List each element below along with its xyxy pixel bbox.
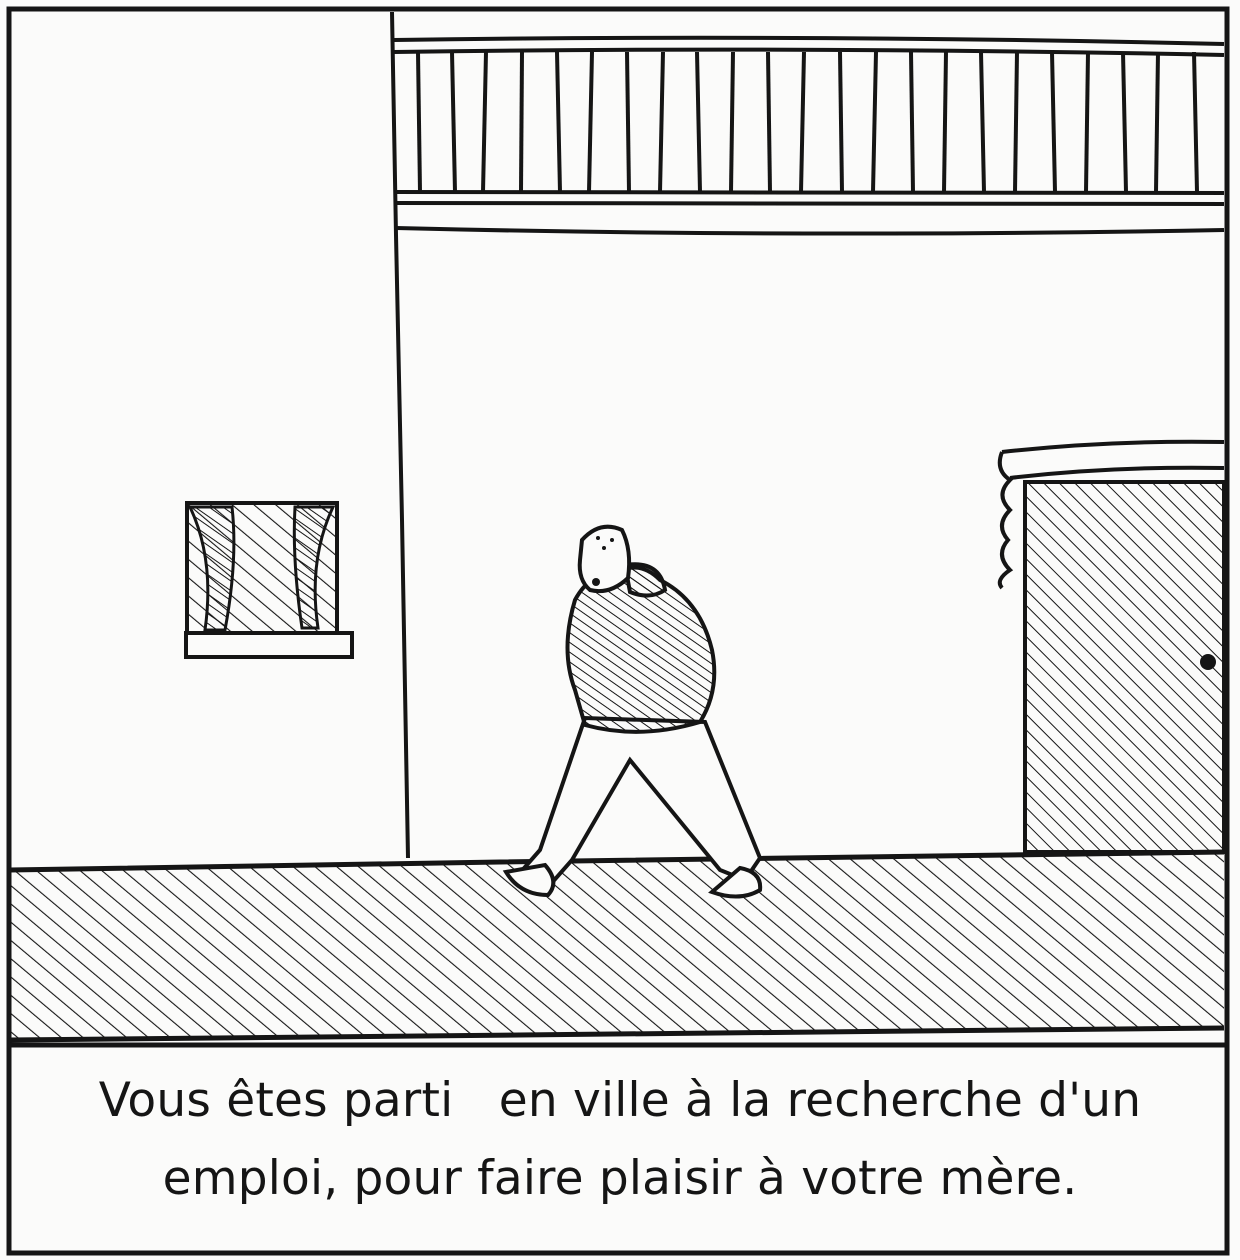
window-with-curtains-icon xyxy=(184,501,354,659)
hatched-sidewalk xyxy=(9,849,1225,1043)
caption-line-1: Vous êtes parti en ville à la recherche … xyxy=(98,1073,1142,1128)
caption-text: Vous êtes parti en ville à la recherche … xyxy=(40,1062,1200,1222)
caption-line-2: emploi, pour faire plaisir à votre mère. xyxy=(162,1151,1078,1206)
shaded-doorway-icon xyxy=(997,439,1226,854)
